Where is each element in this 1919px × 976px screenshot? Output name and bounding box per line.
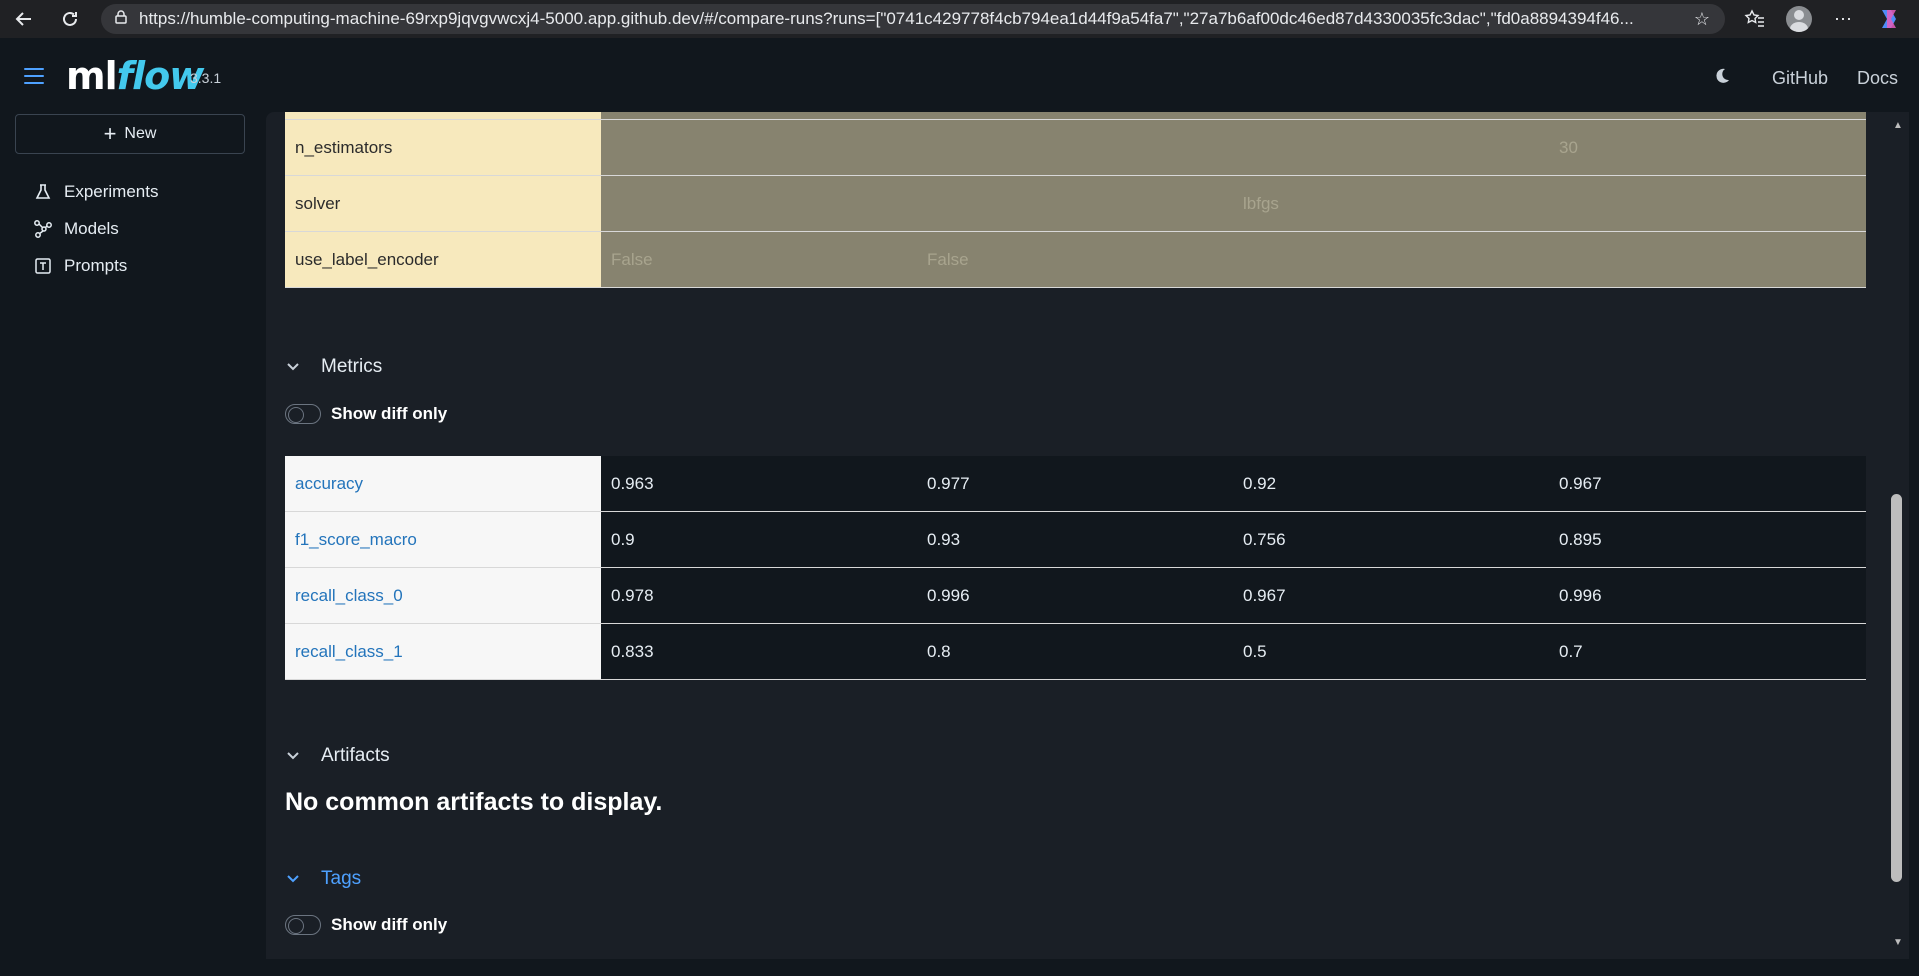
scrollbar-thumb[interactable]: [1891, 494, 1902, 882]
version-label: 3.3.1: [190, 70, 222, 86]
table-row: f1_score_macro 0.9 0.93 0.756 0.895: [285, 512, 1866, 568]
param-key: n_estimators: [285, 120, 601, 175]
param-value: [917, 176, 1233, 231]
metric-value: 0.8: [927, 641, 951, 661]
metric-value: 0.5: [1243, 641, 1267, 661]
table-row: recall_class_0 0.978 0.996 0.967 0.996: [285, 568, 1866, 624]
browser-toolbar: https://humble-computing-machine-69rxp9j…: [0, 0, 1919, 38]
metric-value: 0.967: [1559, 473, 1602, 493]
profile-avatar[interactable]: [1786, 0, 1812, 38]
chevron-down-icon[interactable]: [285, 362, 301, 372]
metrics-table: accuracy 0.963 0.977 0.92 0.967 f1_score…: [285, 456, 1866, 680]
param-value: [1549, 176, 1865, 231]
table-row: accuracy 0.963 0.977 0.92 0.967: [285, 456, 1866, 512]
app-header: mlflow 3.3.1 GitHub Docs: [0, 38, 1919, 112]
param-value: [1233, 232, 1549, 287]
param-value: lbfgs: [1243, 193, 1279, 213]
metric-value: 0.996: [1559, 585, 1602, 605]
param-key: use_label_encoder: [285, 232, 601, 287]
artifacts-section-header[interactable]: Artifacts: [285, 745, 390, 767]
scroll-up-arrow-icon[interactable]: ▲: [1889, 120, 1907, 131]
sidebar: + New Experiments Models Prompts: [0, 112, 258, 976]
beaker-icon: [32, 181, 54, 203]
metric-value: 0.9: [611, 529, 635, 549]
sidebar-item-experiments[interactable]: Experiments: [32, 181, 158, 203]
table-row: n_estimators 30: [285, 120, 1866, 176]
reload-icon[interactable]: [56, 5, 84, 33]
metric-value: 0.7: [1559, 641, 1583, 661]
copilot-icon[interactable]: [1876, 0, 1902, 38]
param-value: [601, 176, 917, 231]
menu-icon[interactable]: [24, 68, 44, 89]
param-value: [601, 120, 917, 175]
favorites-icon[interactable]: [1744, 0, 1766, 38]
compare-runs-panel: n_estimators 30 solver lbfgs use_label_e…: [266, 112, 1909, 959]
metric-value: 0.756: [1243, 529, 1286, 549]
param-value: 30: [1559, 137, 1578, 157]
url-text[interactable]: https://humble-computing-machine-69rxp9j…: [139, 9, 1689, 29]
metric-value: 0.996: [927, 585, 970, 605]
metric-link[interactable]: recall_class_1: [285, 624, 601, 679]
table-row: recall_class_1 0.833 0.8 0.5 0.7: [285, 624, 1866, 680]
chevron-down-icon[interactable]: [285, 874, 301, 884]
site-info-icon[interactable]: [113, 9, 129, 30]
metric-value: 0.977: [927, 473, 970, 493]
tags-section-header[interactable]: Tags: [285, 868, 361, 890]
github-link[interactable]: GitHub: [1772, 68, 1828, 89]
param-value: False: [927, 249, 969, 269]
params-table: n_estimators 30 solver lbfgs use_label_e…: [285, 112, 1866, 288]
param-value: [1233, 120, 1549, 175]
avatar[interactable]: [1786, 6, 1812, 32]
metric-link[interactable]: recall_class_0: [285, 568, 601, 623]
sidebar-item-models[interactable]: Models: [32, 218, 119, 240]
metric-value: 0.967: [1243, 585, 1286, 605]
scroll-down-arrow-icon[interactable]: ▼: [1889, 937, 1907, 948]
back-arrow-icon[interactable]: [10, 5, 38, 33]
dark-mode-moon-icon[interactable]: [1712, 66, 1732, 86]
show-diff-toggle[interactable]: [285, 404, 321, 424]
metric-value: 0.92: [1243, 473, 1277, 493]
table-row: [285, 112, 1866, 120]
param-value: [917, 120, 1233, 175]
metric-value: 0.833: [611, 641, 654, 661]
metrics-diff-toggle-row: Show diff only: [285, 404, 447, 424]
mlflow-logo[interactable]: mlflow: [66, 54, 204, 98]
prompts-icon: [32, 255, 54, 277]
tags-diff-toggle-row: Show diff only: [285, 915, 447, 935]
bookmark-star-icon[interactable]: ☆: [1689, 9, 1715, 30]
metric-link[interactable]: f1_score_macro: [285, 512, 601, 567]
param-key: solver: [285, 176, 601, 231]
no-artifacts-message: No common artifacts to display.: [285, 788, 663, 816]
param-value: [1549, 232, 1865, 287]
metric-link[interactable]: accuracy: [285, 456, 601, 511]
table-row: solver lbfgs: [285, 176, 1866, 232]
metric-value: 0.895: [1559, 529, 1602, 549]
metric-value: 0.93: [927, 529, 961, 549]
param-value: False: [611, 249, 653, 269]
plus-icon: +: [103, 121, 117, 146]
more-menu-icon[interactable]: ⋯: [1834, 0, 1852, 38]
address-bar[interactable]: https://humble-computing-machine-69rxp9j…: [101, 4, 1725, 34]
new-button[interactable]: + New: [15, 114, 245, 154]
sidebar-item-prompts[interactable]: Prompts: [32, 255, 127, 277]
metric-value: 0.978: [611, 585, 654, 605]
docs-link[interactable]: Docs: [1857, 68, 1898, 89]
chevron-down-icon[interactable]: [285, 751, 301, 761]
show-diff-toggle[interactable]: [285, 915, 321, 935]
metric-value: 0.963: [611, 473, 654, 493]
models-icon: [32, 218, 54, 240]
table-row: use_label_encoder False False: [285, 232, 1866, 288]
metrics-section-header[interactable]: Metrics: [285, 356, 382, 378]
